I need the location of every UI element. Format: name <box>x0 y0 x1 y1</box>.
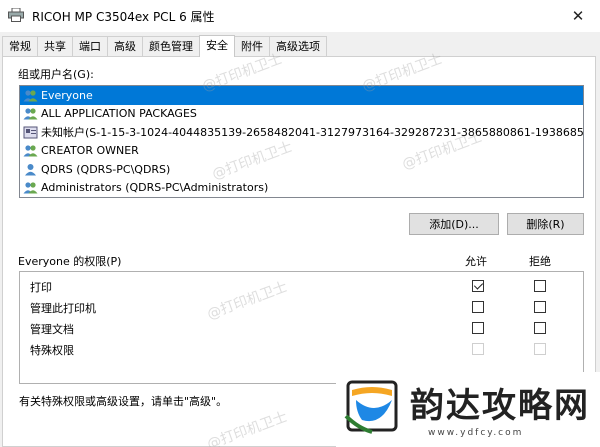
tab-advanced-options[interactable]: 高级选项 <box>269 36 327 57</box>
user-name: QDRS (QDRS-PC\QDRS) <box>41 162 171 176</box>
brand-url: www.ydfcy.com <box>428 428 524 438</box>
user-row-administrators[interactable]: Administrators (QDRS-PC\Administrators) <box>20 179 583 198</box>
user-icon <box>25 163 36 176</box>
permission-row-manage-documents: 管理文档 <box>20 318 583 338</box>
brand-overlay: 韵达攻略网 www.ydfcy.com <box>336 372 600 447</box>
group-icon <box>23 90 38 102</box>
close-icon: ✕ <box>571 7 585 25</box>
user-row-unknown-account[interactable]: 未知帐户(S-1-15-3-1024-4044835139-2658482041… <box>20 123 583 142</box>
tab-advanced[interactable]: 高级 <box>107 36 143 57</box>
group-icon <box>23 182 38 194</box>
permission-name: 管理文档 <box>30 323 74 336</box>
user-name: ALL APPLICATION PACKAGES <box>41 107 197 121</box>
tab-color-management[interactable]: 颜色管理 <box>142 36 200 57</box>
deny-checkbox-print[interactable] <box>534 280 546 292</box>
allow-header: 允许 <box>465 255 487 268</box>
deny-header: 拒绝 <box>529 255 551 268</box>
user-name: CREATOR OWNER <box>41 144 139 158</box>
allow-checkbox-special <box>472 343 484 355</box>
users-list[interactable]: Everyone ALL APPLICATION PACKAGES 未知帐户(S… <box>19 85 584 198</box>
brand-name: 韵达攻略网 <box>410 386 590 426</box>
permission-name: 管理此打印机 <box>30 302 96 315</box>
tab-strip: 常规 共享 端口 高级 颜色管理 安全 附件 高级选项 <box>2 35 327 57</box>
permission-name: 特殊权限 <box>30 344 74 357</box>
allow-checkbox-manage-documents[interactable] <box>472 322 484 334</box>
tab-sharing[interactable]: 共享 <box>37 36 73 57</box>
user-row-everyone[interactable]: Everyone <box>20 86 583 105</box>
users-label: 组或用户名(G): <box>18 68 94 81</box>
title-bar: RICOH MP C3504ex PCL 6 属性 ✕ <box>0 0 600 32</box>
user-row-creator-owner[interactable]: CREATOR OWNER <box>20 142 583 161</box>
user-row-all-application-packages[interactable]: ALL APPLICATION PACKAGES <box>20 105 583 124</box>
permission-row-special: 特殊权限 <box>20 339 583 359</box>
tab-ports[interactable]: 端口 <box>72 36 108 57</box>
user-name: Administrators (QDRS-PC\Administrators) <box>41 181 269 195</box>
user-name: Everyone <box>41 88 93 102</box>
tab-accessories[interactable]: 附件 <box>234 36 270 57</box>
deny-checkbox-manage-printer[interactable] <box>534 301 546 313</box>
user-name: 未知帐户(S-1-15-3-1024-4044835139-2658482041… <box>41 126 584 140</box>
tab-security[interactable]: 安全 <box>199 35 235 57</box>
unknown-account-icon <box>23 126 38 139</box>
close-button[interactable]: ✕ <box>556 0 600 32</box>
tab-general[interactable]: 常规 <box>2 36 38 57</box>
group-icon <box>23 145 38 157</box>
allow-checkbox-print[interactable] <box>472 280 484 292</box>
permission-row-print: 打印 <box>20 276 583 296</box>
user-row-qdrs[interactable]: QDRS (QDRS-PC\QDRS) <box>20 160 583 179</box>
permission-row-manage-printer: 管理此打印机 <box>20 297 583 317</box>
add-button[interactable]: 添加(D)... <box>409 213 499 235</box>
window-title: RICOH MP C3504ex PCL 6 属性 <box>32 10 215 24</box>
permission-name: 打印 <box>30 281 52 294</box>
allow-checkbox-manage-printer[interactable] <box>472 301 484 313</box>
deny-checkbox-special <box>534 343 546 355</box>
deny-checkbox-manage-documents[interactable] <box>534 322 546 334</box>
remove-button[interactable]: 删除(R) <box>507 213 584 235</box>
permissions-label: Everyone 的权限(P) <box>18 255 122 268</box>
permissions-list: 打印 管理此打印机 管理文档 特殊权限 <box>19 271 584 384</box>
advanced-footnote: 有关特殊权限或高级设置，请单击"高级"。 <box>19 395 228 408</box>
printer-icon <box>8 8 24 22</box>
group-icon <box>23 108 38 120</box>
brand-logo-icon <box>344 380 398 434</box>
